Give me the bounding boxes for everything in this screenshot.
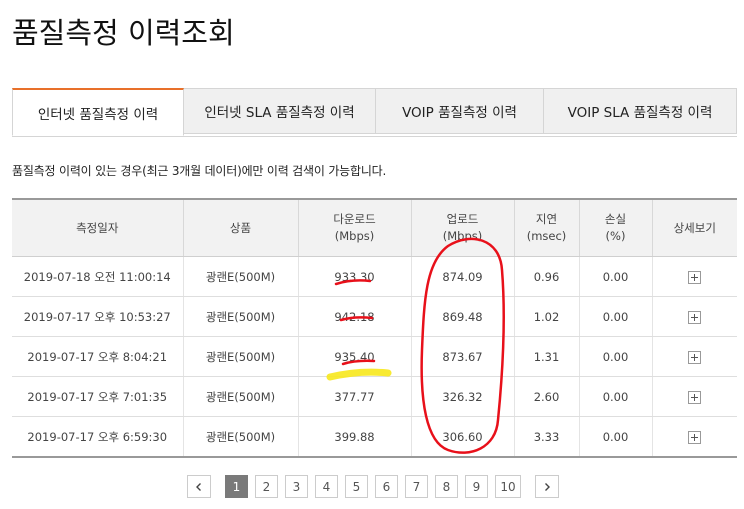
cell-loss: 0.00 [578, 256, 652, 297]
cell-download: 935.40 [297, 336, 411, 377]
page-button-9[interactable]: 9 [465, 475, 488, 498]
cell-detail [651, 416, 737, 458]
cell-date: 2019-07-17 오후 10:53:27 [12, 296, 183, 337]
cell-date: 2019-07-17 오후 7:01:35 [12, 376, 183, 417]
page-button-7[interactable]: 7 [405, 475, 428, 498]
cell-download: 933.30 [297, 256, 411, 297]
search-notice: 품질측정 이력이 있는 경우(최근 3개월 데이터)에만 이력 검색이 가능합니… [12, 164, 387, 178]
cell-loss: 0.00 [578, 416, 652, 458]
page-button-3[interactable]: 3 [285, 475, 308, 498]
header-detail: 상세보기 [651, 198, 737, 257]
page-button-2[interactable]: 2 [255, 475, 278, 498]
cell-product: 광랜E(500M) [182, 376, 298, 417]
page-button-5[interactable]: 5 [345, 475, 368, 498]
cell-upload: 306.60 [410, 416, 514, 458]
prev-page-button[interactable] [187, 475, 211, 498]
header-upload: 업로드 (Mbps) [410, 198, 514, 257]
cell-latency: 1.31 [513, 336, 579, 377]
page-button-10[interactable]: 10 [495, 475, 521, 498]
cell-download: 942.18 [297, 296, 411, 337]
header-download: 다운로드 (Mbps) [297, 198, 411, 257]
cell-upload: 869.48 [410, 296, 514, 337]
page-button-4[interactable]: 4 [315, 475, 338, 498]
cell-date: 2019-07-18 오전 11:00:14 [12, 256, 183, 297]
plus-icon[interactable] [688, 270, 702, 284]
tab-internet-sla-quality-history[interactable]: 인터넷 SLA 품질측정 이력 [184, 88, 376, 134]
cell-loss: 0.00 [578, 336, 652, 377]
cell-upload: 326.32 [410, 376, 514, 417]
cell-download: 377.77 [297, 376, 411, 417]
tab-voip-quality-history[interactable]: VOIP 품질측정 이력 [376, 88, 544, 134]
page-button-1[interactable]: 1 [225, 475, 248, 498]
cell-upload: 873.67 [410, 336, 514, 377]
cell-product: 광랜E(500M) [182, 256, 298, 297]
cell-latency: 3.33 [513, 416, 579, 458]
cell-detail [651, 336, 737, 377]
cell-latency: 1.02 [513, 296, 579, 337]
table-row: 2019-07-18 오전 11:00:14 광랜E(500M) 933.30 … [12, 256, 737, 297]
header-loss: 손실 (%) [578, 198, 652, 257]
table-row: 2019-07-17 오후 6:59:30 광랜E(500M) 399.88 3… [12, 416, 737, 458]
cell-latency: 0.96 [513, 256, 579, 297]
header-latency: 지연 (msec) [513, 198, 579, 257]
cell-product: 광랜E(500M) [182, 416, 298, 458]
quality-history-table: 측정일자 상품 다운로드 (Mbps) 업로드 (Mbps) 지연 (msec) 손실… [12, 198, 737, 458]
page-button-8[interactable]: 8 [435, 475, 458, 498]
cell-detail [651, 296, 737, 337]
cell-date: 2019-07-17 오후 6:59:30 [12, 416, 183, 458]
table-row: 2019-07-17 오후 10:53:27 광랜E(500M) 942.18 … [12, 296, 737, 337]
cell-loss: 0.00 [578, 376, 652, 417]
table-row: 2019-07-17 오후 8:04:21 광랜E(500M) 935.40 8… [12, 336, 737, 377]
cell-loss: 0.00 [578, 296, 652, 337]
cell-product: 광랜E(500M) [182, 336, 298, 377]
page-button-6[interactable]: 6 [375, 475, 398, 498]
tab-internet-quality-history[interactable]: 인터넷 품질측정 이력 [12, 88, 184, 136]
tab-bar: 인터넷 품질측정 이력 인터넷 SLA 품질측정 이력 VOIP 품질측정 이력… [12, 88, 737, 137]
cell-product: 광랜E(500M) [182, 296, 298, 337]
cell-download: 399.88 [297, 416, 411, 458]
pagination: 1 2 3 4 5 6 7 8 9 10 [187, 475, 566, 498]
cell-date: 2019-07-17 오후 8:04:21 [12, 336, 183, 377]
plus-icon[interactable] [688, 390, 702, 404]
plus-icon[interactable] [688, 430, 702, 444]
chevron-left-icon [196, 482, 201, 491]
header-product: 상품 [182, 198, 298, 257]
table-header-row: 측정일자 상품 다운로드 (Mbps) 업로드 (Mbps) 지연 (msec) 손실… [12, 198, 737, 257]
table-row: 2019-07-17 오후 7:01:35 광랜E(500M) 377.77 3… [12, 376, 737, 417]
cell-upload: 874.09 [410, 256, 514, 297]
chevron-right-icon [545, 482, 550, 491]
cell-detail [651, 376, 737, 417]
cell-detail [651, 256, 737, 297]
next-page-button[interactable] [535, 475, 559, 498]
cell-latency: 2.60 [513, 376, 579, 417]
page-title: 품질측정 이력조회 [12, 16, 235, 50]
tab-voip-sla-quality-history[interactable]: VOIP SLA 품질측정 이력 [544, 88, 737, 134]
plus-icon[interactable] [688, 350, 702, 364]
plus-icon[interactable] [688, 310, 702, 324]
header-date: 측정일자 [12, 198, 183, 257]
